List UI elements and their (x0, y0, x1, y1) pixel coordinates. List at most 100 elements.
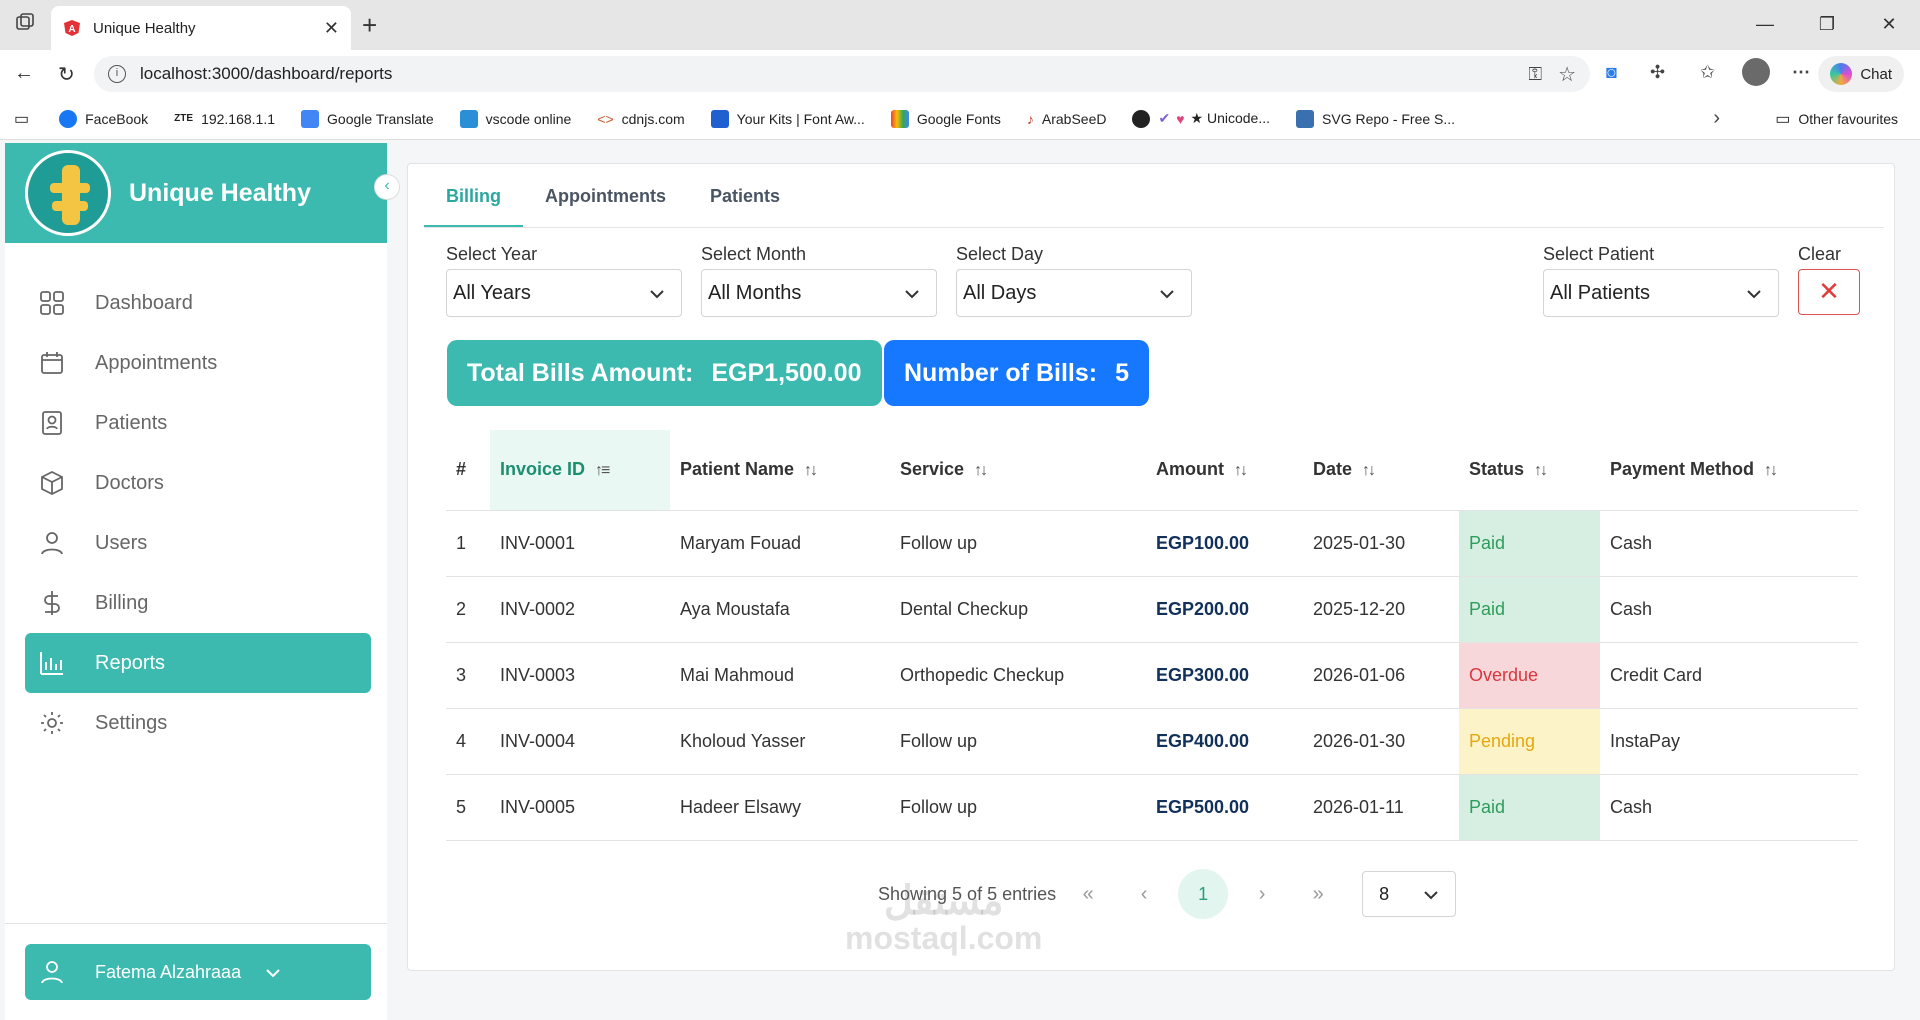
profile-avatar[interactable] (1742, 58, 1770, 86)
bookmark-vscode[interactable]: vscode online (459, 109, 571, 128)
more-bookmarks-chevron-icon[interactable]: › (1713, 107, 1720, 130)
sidebar-brand: Unique Healthy (5, 143, 387, 243)
col-header-amount[interactable]: Amount ↑↓ (1146, 430, 1303, 511)
new-tab-icon[interactable]: + (362, 10, 377, 41)
sidebar-item-billing[interactable]: Billing (25, 573, 371, 633)
facebook-icon (59, 109, 78, 128)
user-menu-button[interactable]: Fatema Alzahraaa (25, 944, 371, 1000)
day-filter: Select Day All Days (956, 244, 1192, 317)
workspaces-icon[interactable] (14, 12, 36, 34)
restore-icon[interactable]: ❐ (1796, 0, 1858, 50)
favorites-icon[interactable]: ✩ (1700, 62, 1715, 83)
bookmark-font-awesome[interactable]: Your Kits | Font Aw... (710, 109, 865, 128)
sidebar-item-patients[interactable]: Patients (25, 393, 371, 453)
sort-asc-icon: ↑≡ (595, 462, 610, 480)
grid-icon (39, 290, 65, 316)
last-page-icon[interactable]: » (1294, 883, 1342, 906)
col-header-index: # (446, 430, 490, 511)
col-header-service[interactable]: Service ↑↓ (890, 430, 1146, 511)
svg-text:A: A (68, 24, 75, 35)
reload-icon[interactable]: ↻ (58, 62, 75, 87)
cell-index: 2 (446, 576, 490, 643)
day-select[interactable]: All Days (956, 269, 1192, 317)
cell-index: 5 (446, 774, 490, 841)
reports-panel: Billing Appointments Patients Select Yea… (407, 163, 1895, 971)
key-icon[interactable]: ⚿ (1528, 64, 1542, 85)
bookmark-unicode[interactable]: ✔ ♥ ★ Unicode... (1132, 109, 1270, 128)
copilot-chat-button[interactable]: Chat (1818, 56, 1904, 92)
collapse-sidebar-button[interactable]: ‹ (374, 174, 400, 200)
cell-status: Pending (1459, 708, 1600, 775)
table-row[interactable]: 4 INV-0004 Kholoud Yasser Follow up EGP4… (446, 708, 1858, 775)
browser-tab[interactable]: A Unique Healthy ✕ (51, 6, 351, 50)
bookmark-cdnjs[interactable]: <> cdnjs.com (597, 111, 684, 127)
sidebar-item-users[interactable]: Users (25, 513, 371, 573)
clear-filter: Clear ✕ (1798, 244, 1860, 315)
angular-favicon-icon: A (64, 20, 80, 36)
col-header-invoice-id[interactable]: Invoice ID ↑≡ (490, 430, 670, 511)
sidebar-item-reports[interactable]: Reports (25, 633, 371, 693)
extensions-icon[interactable]: ✣ (1650, 62, 1665, 83)
tab-billing[interactable]: Billing (424, 164, 523, 227)
calendar-icon (39, 350, 65, 376)
table-row[interactable]: 3 INV-0003 Mai Mahmoud Orthopedic Checku… (446, 642, 1858, 709)
bookmark-facebook[interactable]: FaceBook (59, 109, 148, 128)
month-select[interactable]: All Months (701, 269, 937, 317)
clear-filters-button[interactable]: ✕ (1798, 269, 1860, 315)
cell-service: Follow up (890, 708, 1146, 775)
page-button-current[interactable]: 1 (1178, 869, 1229, 919)
tab-appointments[interactable]: Appointments (523, 164, 688, 227)
cell-status: Paid (1459, 774, 1600, 841)
sort-icon: ↑↓ (804, 462, 818, 480)
back-icon[interactable]: ← (14, 62, 34, 85)
cube-icon (39, 470, 65, 496)
bookmark-google-translate[interactable]: Google Translate (301, 109, 434, 128)
next-page-icon[interactable]: › (1238, 883, 1286, 906)
bookmark-router[interactable]: ZTE 192.168.1.1 (174, 111, 275, 127)
col-header-status[interactable]: Status ↑↓ (1459, 430, 1600, 511)
col-header-patient-name[interactable]: Patient Name ↑↓ (670, 430, 890, 511)
table-row[interactable]: 1 INV-0001 Maryam Fouad Follow up EGP100… (446, 510, 1858, 577)
reading-list-icon[interactable]: ▭ (14, 109, 29, 129)
other-favourites[interactable]: ▭ Other favourites (1775, 109, 1898, 129)
sidebar: Unique Healthy ‹ Dashboard Appointments … (5, 143, 400, 1020)
sidebar-item-settings[interactable]: Settings (25, 693, 371, 753)
close-window-icon[interactable]: ✕ (1858, 0, 1920, 50)
ie-mode-icon[interactable]: ◙ (1606, 62, 1617, 83)
cell-amount: EGP400.00 (1146, 708, 1303, 775)
table-row[interactable]: 5 INV-0005 Hadeer Elsawy Follow up EGP50… (446, 774, 1858, 841)
tab-patients[interactable]: Patients (688, 164, 802, 227)
code-brackets-icon: <> (597, 110, 614, 127)
first-page-icon[interactable]: « (1064, 883, 1112, 906)
translate-icon (301, 109, 320, 128)
cell-date: 2026-01-30 (1303, 708, 1459, 775)
bookmark-google-fonts[interactable]: Google Fonts (890, 109, 1001, 128)
address-bar-row: ← ↻ i localhost:3000/dashboard/reports ⚿… (0, 50, 1920, 98)
bookmark-svg-repo[interactable]: SVG Repo - Free S... (1296, 109, 1455, 128)
google-fonts-icon (890, 109, 909, 128)
month-filter-label: Select Month (701, 244, 807, 264)
brand-name: Unique Healthy (129, 178, 311, 207)
chevron-down-icon (1159, 282, 1175, 305)
sidebar-item-doctors[interactable]: Doctors (25, 453, 371, 513)
table-row[interactable]: 2 INV-0002 Aya Moustafa Dental Checkup E… (446, 576, 1858, 643)
favorite-star-icon[interactable]: ☆ (1558, 62, 1576, 87)
bookmark-arabseed[interactable]: ♪ ArabSeeD (1027, 111, 1107, 127)
cell-invoice-id: INV-0005 (490, 774, 670, 841)
user-icon (39, 530, 65, 556)
prev-page-icon[interactable]: ‹ (1120, 883, 1168, 906)
sidebar-item-dashboard[interactable]: Dashboard (25, 273, 371, 333)
page-size-select[interactable]: 8 (1362, 871, 1457, 917)
col-header-date[interactable]: Date ↑↓ (1303, 430, 1459, 511)
more-menu-icon[interactable]: ⋯ (1792, 62, 1810, 83)
site-info-icon[interactable]: i (108, 65, 126, 83)
patient-select[interactable]: All Patients (1543, 269, 1779, 317)
minimize-icon[interactable]: — (1734, 0, 1796, 50)
sidebar-item-appointments[interactable]: Appointments (25, 333, 371, 393)
close-tab-icon[interactable]: ✕ (324, 18, 339, 39)
url-field[interactable]: i localhost:3000/dashboard/reports ⚿ ☆ (94, 56, 1590, 92)
unicode-icon (1132, 109, 1151, 128)
month-filter: Select Month All Months (701, 244, 937, 317)
year-select[interactable]: All Years (446, 269, 682, 317)
col-header-payment-method[interactable]: Payment Method ↑↓ (1600, 430, 1858, 511)
